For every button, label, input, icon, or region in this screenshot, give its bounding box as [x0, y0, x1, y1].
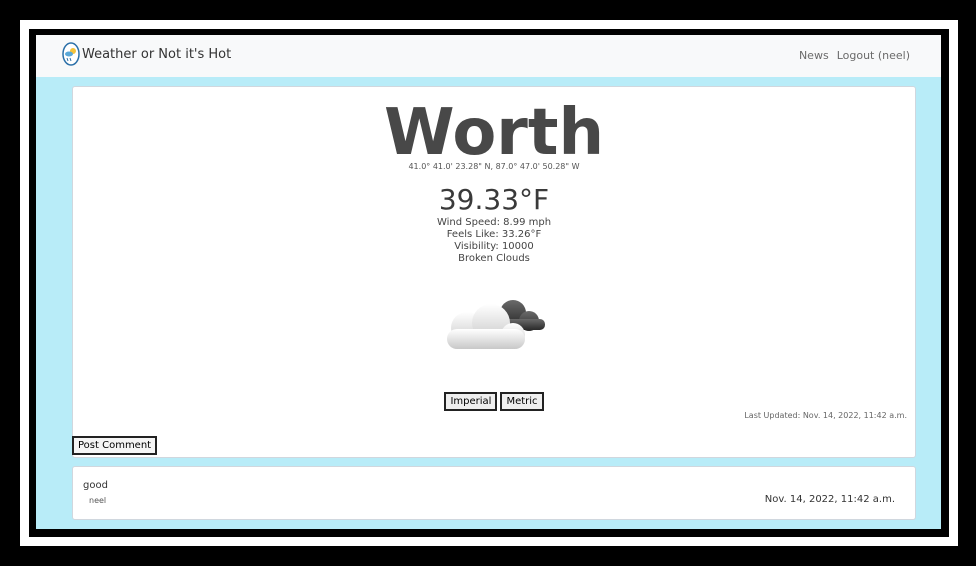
coordinates: 41.0° 41.0' 23.28" N, 87.0° 47.0' 50.28"…: [408, 162, 580, 171]
nav-logout-link[interactable]: Logout (neel): [837, 49, 910, 62]
brand-link[interactable]: Weather or Not it's Hot: [62, 42, 231, 66]
app-window: Weather or Not it's Hot News Logout (nee…: [36, 35, 941, 529]
feels-like: Feels Like: 33.26°F: [446, 229, 542, 240]
broken-clouds-icon: [447, 300, 545, 349]
comment-date: Nov. 14, 2022, 11:42 a.m.: [764, 494, 895, 505]
navbar: Weather or Not it's Hot News Logout (nee…: [36, 35, 941, 77]
imperial-button[interactable]: Imperial: [444, 392, 498, 411]
wind-speed: Wind Speed: 8.99 mph: [436, 217, 552, 228]
weather-card: Worth 41.0° 41.0' 23.28" N, 87.0° 47.0' …: [72, 86, 916, 458]
unit-toggle: Imperial Metric: [73, 392, 915, 411]
condition: Broken Clouds: [458, 253, 530, 264]
brand-title: Weather or Not it's Hot: [82, 46, 232, 62]
visibility: Visibility: 10000: [454, 241, 534, 252]
last-updated: Last Updated: Nov. 14, 2022, 11:42 a.m.: [744, 411, 907, 420]
weather-logo-icon: [62, 42, 80, 66]
comment-text: good: [83, 480, 108, 491]
city-name: Worth: [384, 96, 604, 170]
nav-news-link[interactable]: News: [799, 49, 829, 62]
metric-button[interactable]: Metric: [500, 392, 544, 411]
post-comment-button[interactable]: Post Comment: [72, 436, 158, 455]
comment-card: good neel Nov. 14, 2022, 11:42 a.m.: [72, 466, 916, 520]
nav-links: News Logout (neel): [799, 49, 910, 62]
comment-author: neel: [89, 496, 107, 505]
temperature: 39.33°F: [438, 183, 550, 216]
